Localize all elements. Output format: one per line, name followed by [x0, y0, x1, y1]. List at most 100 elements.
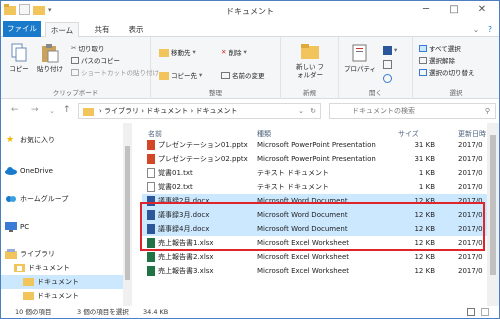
back-button[interactable]: ←	[11, 105, 19, 115]
recent-locations-button[interactable]: ⌄	[49, 107, 55, 115]
paste-icon	[42, 44, 59, 63]
move-to-button[interactable]: 移動先 ▾	[159, 47, 196, 57]
file-type: Microsoft Excel Worksheet	[257, 267, 350, 275]
file-name: プレゼンテーション02.pptx	[158, 155, 248, 163]
copy-path-icon	[71, 56, 79, 64]
tab-view[interactable]: 表示	[121, 22, 151, 37]
file-row[interactable]: 売上報告書3.xlsx Microsoft Excel Worksheet 12 K…	[142, 264, 487, 278]
rename-button[interactable]: 名前の変更	[221, 70, 265, 80]
nav-documents-sub2[interactable]: ドキュメント	[1, 289, 129, 303]
invert-selection-button[interactable]: 選択の切り替え	[419, 67, 475, 77]
address-bar[interactable]: › ライブラリ › ドキュメント › ドキュメント ⌄ ↻	[78, 103, 321, 119]
new-folder-icon	[301, 44, 319, 59]
copy-to-button[interactable]: コピー先 ▾	[159, 70, 202, 80]
new-group-label: 新規	[303, 89, 316, 97]
tab-home[interactable]: ホーム	[45, 22, 79, 38]
paste-shortcut-icon	[71, 68, 79, 76]
file-row[interactable]: 議事録2月.docx Microsoft Word Document 12 KB 20…	[142, 194, 487, 208]
file-row[interactable]: 議事録4月.docx Microsoft Word Document 12 KB 20…	[142, 222, 487, 236]
copy-button[interactable]: コピー	[7, 43, 31, 73]
nav-homegroup[interactable]: ホームグループ	[1, 192, 129, 206]
new-folder-button[interactable]: 新しい フォルダー	[287, 41, 333, 79]
file-row[interactable]: プレゼンテーション01.pptx Microsoft PowerPoint Pre…	[142, 138, 487, 152]
navigation-pane: ★ お気に入り OneDrive ホームグループ PC ライブラリ ドキュメント…	[1, 123, 132, 306]
select-none-icon	[419, 56, 427, 64]
nav-onedrive[interactable]: OneDrive	[1, 164, 129, 178]
paste-shortcut-button[interactable]: ショートカットの貼り付け	[71, 67, 159, 77]
edit-icon	[383, 59, 392, 69]
ribbon-tabs: ファイル ホーム 共有 表示 ⌄ ?	[1, 21, 499, 38]
cloud-icon	[5, 167, 17, 175]
file-row[interactable]: 覚書02.txt テキスト ドキュメント 1 KB 2017/0	[142, 180, 487, 194]
cut-button[interactable]: ✂ 切り取り	[71, 43, 104, 53]
paste-button[interactable]: 貼り付け	[35, 43, 65, 73]
file-row[interactable]: 売上報告書2.xlsx Microsoft Excel Worksheet 12 K…	[142, 250, 487, 264]
explorer-window: ▾ ドキュメント ─ □ ✕ ファイル ホーム 共有 表示 ⌄ ? コピー 貼り…	[0, 0, 500, 319]
txt-file-icon	[147, 182, 155, 192]
file-name: 議事録4月.docx	[158, 225, 210, 233]
refresh-icon[interactable]: ↻	[310, 104, 316, 118]
file-row[interactable]: プレゼンテーション02.pptx Microsoft PowerPoint Pre…	[142, 152, 487, 166]
history-button[interactable]	[383, 73, 392, 83]
forward-button[interactable]: →	[31, 105, 39, 115]
nav-libraries[interactable]: ライブラリ	[1, 247, 129, 261]
navigation-scrollbar-thumb[interactable]	[125, 146, 130, 280]
file-date: 2017/0	[458, 253, 483, 261]
library-folder-icon	[83, 108, 94, 116]
address-dropdown-icon[interactable]: ⌄	[298, 104, 304, 118]
library-icon	[5, 249, 17, 259]
file-name: 覚書01.txt	[158, 169, 193, 177]
select-none-button[interactable]: 選択解除	[419, 55, 455, 65]
close-button[interactable]: ✕	[467, 1, 497, 19]
ribbon: コピー 貼り付け ✂ 切り取り パスのコピー ショートカットの貼り付け クリップボ…	[1, 37, 499, 99]
file-size: 31 KB	[414, 155, 435, 163]
computer-icon	[5, 222, 17, 232]
edit-button[interactable]	[383, 59, 392, 69]
file-name: プレゼンテーション01.pptx	[158, 141, 248, 149]
doc-file-icon	[147, 224, 155, 234]
nav-documents-sub1[interactable]: ドキュメント	[1, 275, 129, 289]
file-date: 2017/0	[458, 211, 483, 219]
folder-icon	[23, 292, 34, 300]
select-all-button[interactable]: すべて選択	[419, 43, 461, 53]
open-group-label: 開く	[369, 89, 382, 97]
nav-documents[interactable]: ドキュメント	[1, 261, 129, 275]
expand-ribbon-icon[interactable]: ⌄	[469, 22, 483, 37]
up-button[interactable]: ↑	[63, 105, 71, 115]
file-date: 2017/0	[458, 239, 483, 247]
file-name: 覚書02.txt	[158, 183, 193, 191]
copy-path-button[interactable]: パスのコピー	[71, 55, 120, 65]
file-type: テキスト ドキュメント	[257, 183, 330, 191]
file-type: Microsoft Word Document	[257, 197, 348, 205]
maximize-button[interactable]: □	[439, 1, 469, 19]
file-name: 売上報告書3.xlsx	[158, 267, 214, 275]
properties-button[interactable]: プロパティ	[343, 43, 377, 73]
file-date: 2017/0	[458, 155, 483, 163]
folder-icon	[23, 278, 34, 286]
status-bar: 10 個の項目 3 個の項目を選択 34.4 KB	[1, 306, 499, 318]
nav-pc[interactable]: PC	[1, 220, 129, 234]
file-row[interactable]: 覚書01.txt テキスト ドキュメント 1 KB 2017/0	[142, 166, 487, 180]
tab-share[interactable]: 共有	[87, 22, 117, 37]
move-to-icon	[159, 48, 169, 57]
file-list-scrollbar-thumb[interactable]	[490, 135, 496, 275]
open-button[interactable]: ▾	[383, 45, 397, 55]
tab-file[interactable]: ファイル	[3, 21, 41, 37]
search-input[interactable]: ドキュメントの検索 ⚲	[329, 103, 496, 119]
file-size: 12 KB	[414, 253, 435, 261]
details-view-icon[interactable]	[467, 308, 475, 316]
file-row[interactable]: 議事録3月.docx Microsoft Word Document 12 KB 20…	[142, 208, 487, 222]
xls-file-icon	[147, 266, 155, 276]
breadcrumb[interactable]: › ライブラリ › ドキュメント › ドキュメント	[99, 107, 238, 115]
file-type: Microsoft PowerPoint Presentation	[257, 155, 376, 163]
minimize-button[interactable]: ─	[411, 1, 441, 19]
nav-favorites[interactable]: ★ お気に入り	[1, 133, 129, 147]
file-type: テキスト ドキュメント	[257, 169, 330, 177]
address-bar-row: ← → ⌄ ↑ › ライブラリ › ドキュメント › ドキュメント ⌄ ↻ ドキ…	[1, 99, 499, 123]
delete-button[interactable]: ✕ 削除 ▾	[221, 47, 247, 57]
file-row[interactable]: 売上報告書1.xlsx Microsoft Excel Worksheet 12 K…	[142, 236, 487, 250]
copy-to-icon	[159, 71, 169, 80]
help-icon[interactable]: ?	[483, 22, 497, 37]
large-icons-view-icon[interactable]	[481, 308, 489, 316]
doc-file-icon	[147, 210, 155, 220]
